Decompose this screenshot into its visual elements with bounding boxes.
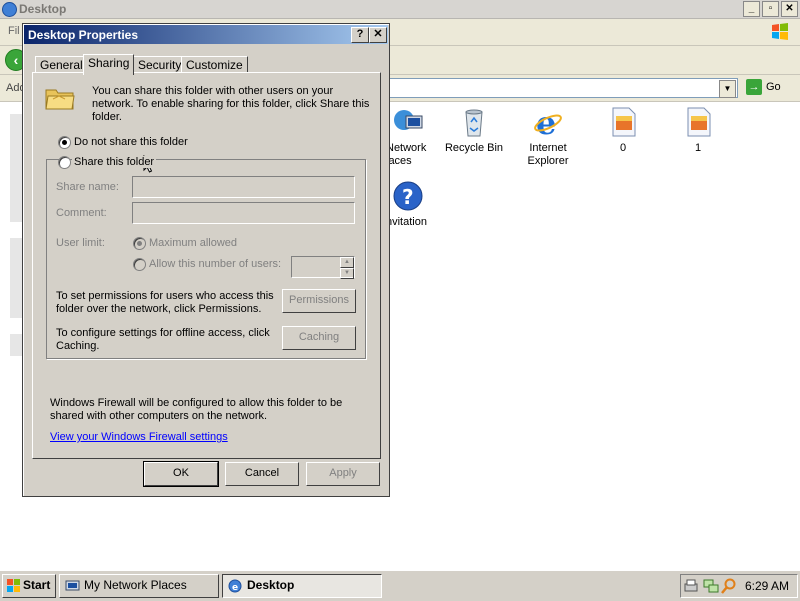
desktop-properties-dialog: Desktop Properties ? ✕ General Sharing S… — [22, 23, 390, 497]
svg-text:e: e — [232, 583, 238, 593]
internet-explorer-icon: e — [532, 104, 564, 142]
image-file-0-item[interactable]: 0 — [585, 106, 661, 155]
user-count-spinner[interactable]: ▲ ▼ — [291, 256, 355, 279]
address-input[interactable]: ▼ — [380, 78, 738, 98]
share-name-label: Share name: — [56, 181, 119, 193]
network-status-icon[interactable] — [703, 578, 719, 594]
sharing-intro-text: You can share this folder with other use… — [92, 85, 370, 123]
taskbar-item-label: My Network Places — [84, 578, 187, 592]
spin-down-icon[interactable]: ▼ — [340, 268, 354, 279]
explorer-app-icon — [2, 2, 17, 17]
dialog-title-bar[interactable]: Desktop Properties ? ✕ — [24, 25, 388, 44]
tab-sharing[interactable]: Sharing — [83, 54, 135, 75]
search-icon[interactable] — [721, 578, 737, 594]
recycle-bin-icon — [458, 106, 490, 138]
maximum-allowed-radio[interactable] — [133, 237, 146, 250]
help-button[interactable]: ? — [351, 27, 369, 43]
share-folder-radio[interactable] — [58, 156, 71, 169]
image-file-1-item[interactable]: 1 — [660, 106, 736, 155]
taskbar-item-network-places[interactable]: My Network Places — [59, 574, 219, 598]
firewall-text: Windows Firewall will be configured to a… — [50, 397, 343, 422]
recycle-bin-item[interactable]: Recycle Bin — [436, 106, 512, 155]
explorer-title-bar: Desktop _ ▫ ✕ — [0, 0, 800, 19]
explorer-icon: e — [228, 579, 242, 593]
explorer-title: Desktop — [19, 2, 67, 16]
comment-label: Comment: — [56, 207, 107, 219]
recycle-bin-label: Recycle Bin — [444, 142, 504, 154]
taskbar-item-desktop[interactable]: e Desktop — [222, 574, 382, 598]
do-not-share-label[interactable]: Do not share this folder — [74, 136, 188, 148]
windows-logo-icon — [772, 23, 788, 40]
firewall-settings-link[interactable]: View your Windows Firewall settings — [50, 431, 228, 443]
image-file-0-label: 0 — [619, 142, 627, 154]
address-dropdown-icon[interactable]: ▼ — [719, 80, 736, 98]
internet-explorer-item[interactable]: e Internet Explorer — [510, 104, 586, 168]
svg-text:?: ? — [402, 185, 414, 209]
menu-file[interactable]: Fil — [8, 25, 20, 37]
system-tray: 6:29 AM — [680, 574, 798, 598]
go-label: Go — [766, 81, 781, 93]
taskbar: Start My Network Places e Desktop 6:29 A… — [0, 570, 800, 601]
allow-number-label: Allow this number of users: — [149, 258, 282, 270]
user-limit-label: User limit: — [56, 237, 105, 249]
dialog-close-button[interactable]: ✕ — [369, 27, 387, 43]
network-places-icon — [392, 106, 424, 138]
clock: 6:29 AM — [744, 579, 789, 593]
caching-button[interactable]: Caching — [282, 326, 356, 350]
go-button[interactable]: → Go — [746, 79, 781, 95]
permissions-button[interactable]: Permissions — [282, 289, 356, 313]
allow-number-radio[interactable] — [133, 258, 146, 271]
image-file-icon — [607, 106, 639, 138]
spin-up-icon[interactable]: ▲ — [340, 257, 354, 268]
minimize-button[interactable]: _ — [743, 1, 760, 17]
apply-button[interactable]: Apply — [306, 462, 380, 486]
go-arrow-icon: → — [746, 79, 762, 95]
close-button[interactable]: ✕ — [781, 1, 798, 17]
permissions-text: To set permissions for users who access … — [56, 290, 274, 315]
cancel-button[interactable]: Cancel — [225, 462, 299, 486]
caching-text: To configure settings for offline access… — [56, 327, 270, 352]
shared-folder-icon — [45, 89, 75, 110]
start-label: Start — [23, 578, 51, 592]
internet-explorer-label: Internet Explorer — [527, 142, 569, 167]
help-invitation-icon: ? — [392, 180, 424, 212]
maximum-allowed-label: Maximum allowed — [149, 237, 238, 249]
sharing-panel: You can share this folder with other use… — [32, 72, 381, 459]
comment-field[interactable] — [132, 202, 355, 224]
windows-flag-icon — [7, 579, 20, 592]
taskbar-item-label: Desktop — [247, 578, 295, 592]
dialog-title: Desktop Properties — [28, 28, 139, 42]
do-not-share-radio[interactable] — [58, 136, 71, 149]
image-file-icon — [682, 106, 714, 138]
share-folder-label[interactable]: Share this folder — [72, 156, 157, 168]
printer-icon[interactable] — [683, 578, 699, 594]
start-button[interactable]: Start — [2, 574, 56, 598]
network-places-icon — [65, 580, 80, 591]
maximize-button[interactable]: ▫ — [762, 1, 779, 17]
ok-button[interactable]: OK — [143, 461, 219, 487]
share-name-field[interactable] — [132, 176, 355, 198]
image-file-1-label: 1 — [694, 142, 702, 154]
